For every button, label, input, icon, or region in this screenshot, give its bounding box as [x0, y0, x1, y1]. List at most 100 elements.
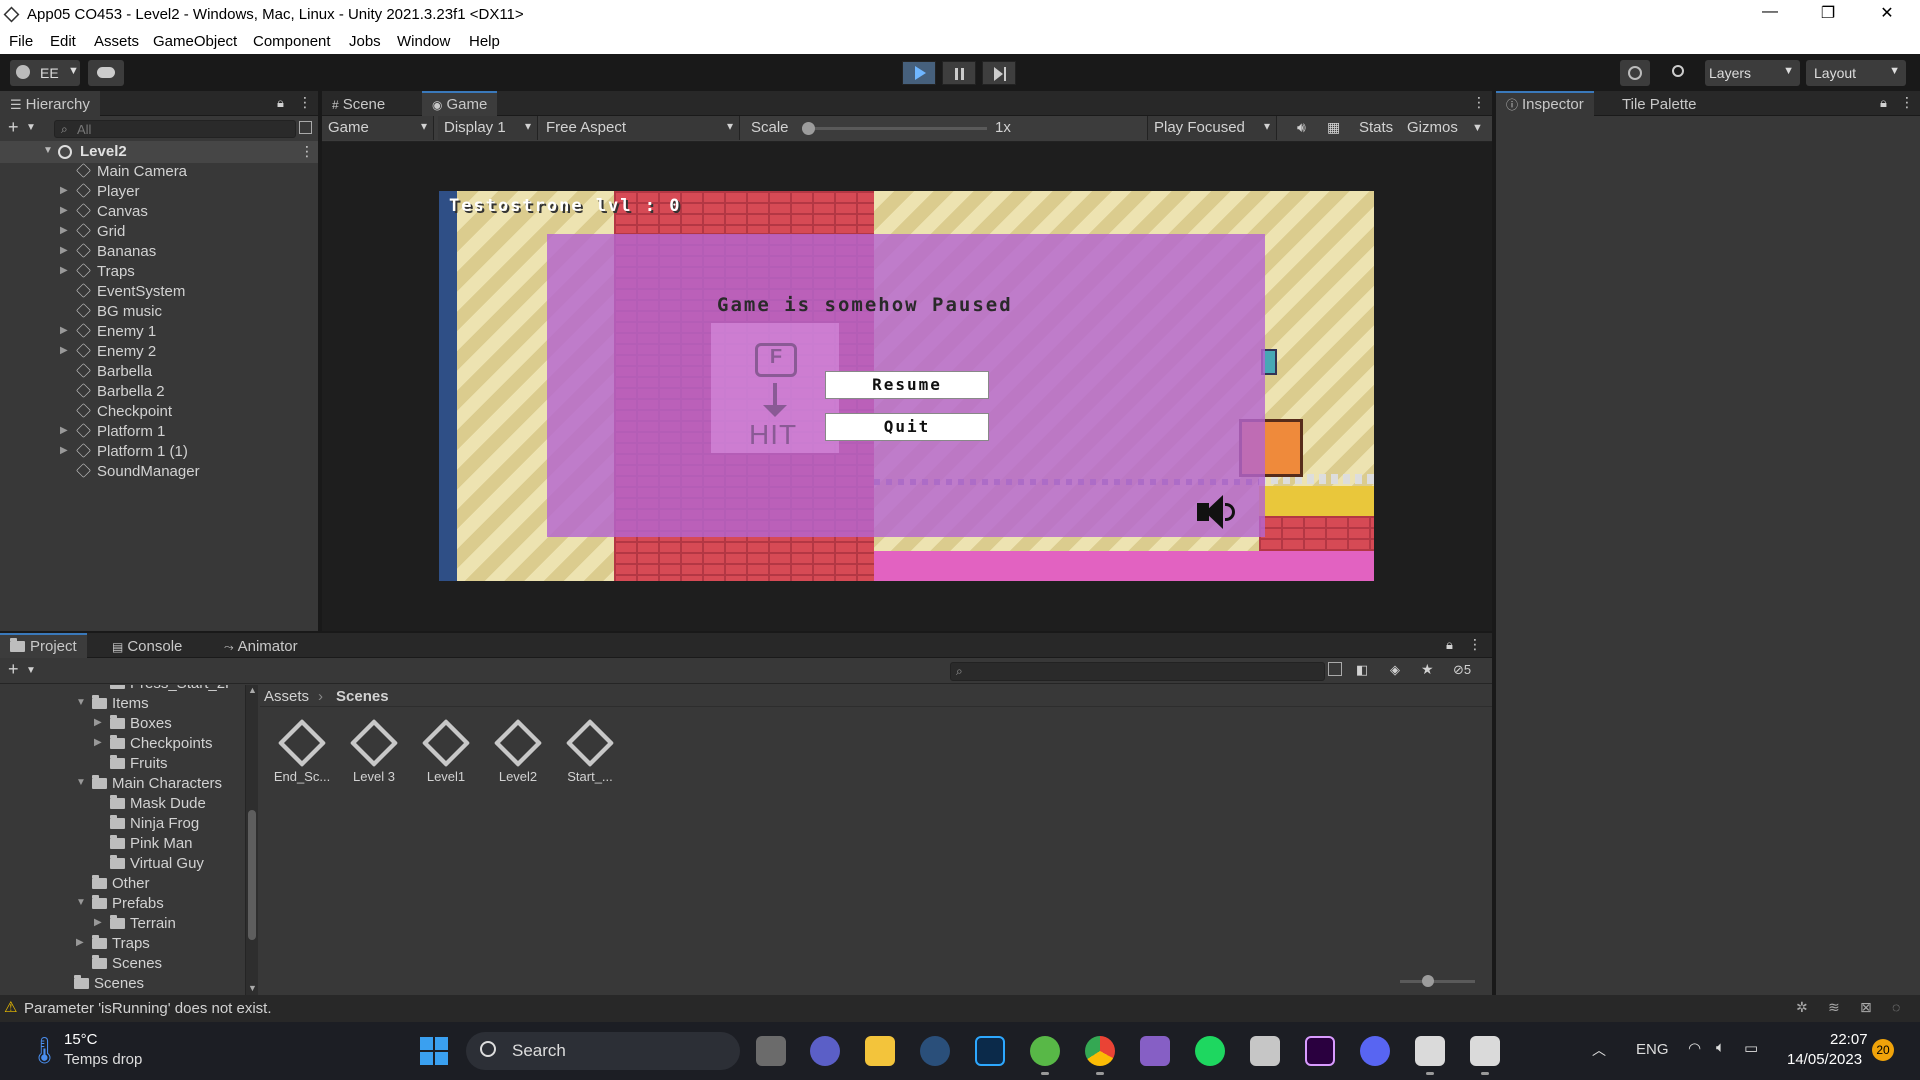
language-indicator[interactable]: ENG	[1636, 1041, 1669, 1058]
expand-arrow-icon[interactable]: ▶	[60, 205, 68, 216]
hierarchy-item[interactable]: ▶ Player	[60, 183, 140, 203]
expand-arrow-icon[interactable]: ▶	[94, 917, 102, 928]
tab-console[interactable]: ▤ Console	[102, 633, 192, 658]
folder-tree-scrollbar[interactable]: ▲ ▼	[246, 685, 258, 995]
steam-icon[interactable]	[920, 1036, 950, 1066]
tab-inspector[interactable]: ⓘ Inspector	[1496, 91, 1594, 116]
hierarchy-item[interactable]: EventSystem	[76, 283, 185, 303]
hierarchy-item[interactable]: ▶ Canvas	[60, 203, 148, 223]
project-search-input[interactable]: ⌕	[950, 662, 1325, 681]
filter-icon[interactable]: ◧	[1356, 662, 1368, 678]
hierarchy-item[interactable]: Checkpoint	[76, 403, 172, 423]
spotify-icon[interactable]	[1195, 1036, 1225, 1066]
lock-icon[interactable]: 🔒︎	[1446, 637, 1453, 653]
expand-arrow-icon[interactable]: ▶	[60, 425, 68, 436]
hierarchy-item[interactable]: ▶ Enemy 2	[60, 343, 156, 363]
project-folder[interactable]: Fruits	[110, 755, 168, 775]
weather-temp[interactable]: 15°C	[64, 1031, 98, 1048]
scene-row[interactable]: ▼ Level2 ⋮	[0, 141, 318, 163]
asset-size-slider[interactable]	[1400, 975, 1475, 987]
chevron-down-icon[interactable]: ▼	[26, 665, 36, 676]
expand-arrow-icon[interactable]: ▶	[60, 325, 68, 336]
scene-visibility-icon[interactable]	[299, 121, 312, 134]
display-dropdown[interactable]: Display 1	[438, 116, 538, 140]
hierarchy-item[interactable]: Barbella 2	[76, 383, 165, 403]
taskbar-search[interactable]: Search	[466, 1032, 740, 1070]
resume-button[interactable]: Resume	[825, 371, 989, 399]
file-explorer-icon[interactable]	[865, 1036, 895, 1066]
scale-slider[interactable]	[802, 122, 987, 135]
menu-window[interactable]: Window	[397, 33, 450, 50]
expand-arrow-icon[interactable]: ▶	[60, 185, 68, 196]
expand-arrow-icon[interactable]: ▶	[60, 345, 68, 356]
project-folder[interactable]: ▶ Terrain	[94, 915, 176, 935]
lock-icon[interactable]: 🔒︎	[277, 95, 284, 111]
scroll-up-icon[interactable]: ▲	[248, 685, 257, 695]
cloud-button[interactable]	[88, 60, 124, 86]
hierarchy-item[interactable]: SoundManager	[76, 463, 200, 483]
clock-date[interactable]: 14/05/2023	[1787, 1051, 1862, 1068]
more-options-icon[interactable]: ⋮	[1900, 94, 1914, 111]
project-folder[interactable]: ▶ Checkpoints	[94, 735, 213, 755]
expand-arrow-icon[interactable]: ▶	[94, 717, 102, 728]
more-options-icon[interactable]: ⋮	[300, 143, 314, 160]
menu-edit[interactable]: Edit	[50, 33, 76, 50]
tab-game[interactable]: ◉ Game	[422, 91, 498, 116]
hierarchy-item[interactable]: Main Camera	[76, 163, 187, 183]
unity-hub-icon[interactable]	[1415, 1036, 1445, 1075]
menu-file[interactable]: File	[9, 33, 33, 50]
notification-badge[interactable]: 20	[1872, 1039, 1894, 1061]
menu-gameobject[interactable]: GameObject	[153, 33, 237, 50]
expand-arrow-icon[interactable]: ▼	[76, 697, 86, 708]
hierarchy-item[interactable]: ▶ Platform 1	[60, 423, 165, 443]
premiere-icon[interactable]	[1305, 1036, 1335, 1066]
search-by-type-icon[interactable]	[1328, 662, 1342, 676]
project-folder[interactable]: ▶ Traps	[76, 935, 150, 955]
scale-slider-thumb[interactable]	[802, 122, 815, 135]
aspect-dropdown[interactable]: Free Aspect	[540, 116, 740, 140]
tab-project[interactable]: Project	[0, 633, 87, 658]
pause-button[interactable]	[942, 61, 976, 85]
start-button[interactable]	[420, 1037, 448, 1065]
more-options-icon[interactable]: ⋮	[298, 94, 312, 111]
expand-arrow-icon[interactable]: ▶	[60, 265, 68, 276]
menu-help[interactable]: Help	[469, 33, 500, 50]
more-options-icon[interactable]: ⋮	[1472, 94, 1486, 111]
expand-arrow-icon[interactable]: ▶	[60, 245, 68, 256]
photoshop-icon[interactable]	[975, 1036, 1005, 1066]
expand-arrow-icon[interactable]: ▼	[76, 777, 86, 788]
menu-jobs[interactable]: Jobs	[349, 33, 381, 50]
expand-arrow-icon[interactable]: ▶	[76, 937, 84, 948]
hierarchy-search-input[interactable]: ⌕ All	[54, 120, 296, 138]
project-folder[interactable]: Virtual Guy	[110, 855, 204, 875]
slider-thumb[interactable]	[1422, 975, 1434, 987]
hierarchy-item[interactable]: Barbella	[76, 363, 152, 383]
project-folder[interactable]: Other	[92, 875, 150, 895]
scroll-down-icon[interactable]: ▼	[248, 983, 257, 993]
label-icon[interactable]: ◈	[1390, 662, 1400, 678]
chevron-down-icon[interactable]: ▼	[26, 122, 36, 133]
favorite-star-icon[interactable]: ★	[1421, 661, 1434, 678]
project-folder[interactable]: Scenes	[74, 975, 144, 995]
hierarchy-item[interactable]: ▶ Grid	[60, 223, 125, 243]
project-folder[interactable]: Press_Start_2P	[110, 685, 235, 695]
game-mode-dropdown[interactable]: Game	[322, 116, 434, 140]
hierarchy-item[interactable]: ▶ Traps	[60, 263, 135, 283]
teams-chat-icon[interactable]	[810, 1036, 840, 1066]
more-options-icon[interactable]: ⋮	[1468, 636, 1482, 653]
minimize-button[interactable]: —	[1750, 3, 1790, 21]
task-view-icon[interactable]	[756, 1036, 786, 1066]
expand-arrow-icon[interactable]: ▼	[43, 145, 53, 156]
project-folder[interactable]: ▼ Items	[76, 695, 149, 715]
expand-arrow-icon[interactable]: ▶	[60, 445, 68, 456]
hierarchy-item[interactable]: ▶ Enemy 1	[60, 323, 156, 343]
discord-icon[interactable]	[1360, 1036, 1390, 1066]
maximize-button[interactable]: ❐	[1808, 3, 1848, 23]
mute-audio-icon[interactable]: 🔊︎	[1297, 119, 1306, 136]
add-icon[interactable]: +	[8, 659, 19, 680]
weather-desc[interactable]: Temps drop	[64, 1051, 142, 1068]
scene-asset[interactable]: End_Sc...	[272, 709, 332, 784]
hierarchy-item[interactable]: ▶ Bananas	[60, 243, 156, 263]
chevron-up-icon[interactable]: ︿	[1592, 1040, 1606, 1060]
lock-icon[interactable]: 🔒︎	[1880, 95, 1887, 111]
